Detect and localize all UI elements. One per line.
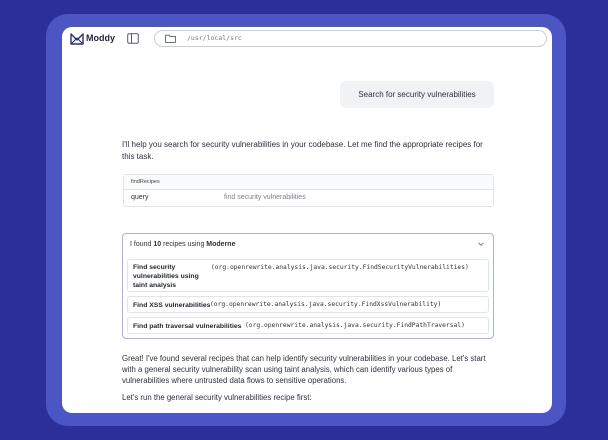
results-summary: I found 10 recipes using Moderne [130, 241, 236, 248]
assistant-reply: Great! I've found several recipes that c… [122, 353, 496, 403]
folder-icon [165, 34, 176, 43]
recipe-item[interactable]: Find path traversal vulnerabilities (org… [127, 317, 489, 334]
recipe-id: (org.openrewrite.analysis.java.security.… [211, 264, 469, 271]
tool-call-card[interactable]: findRecipes query find security vulnerab… [123, 174, 494, 207]
tool-call-name: findRecipes [124, 175, 493, 190]
sidebar-toggle-icon[interactable] [127, 33, 139, 44]
recipe-name: Find path traversal vulnerabilities [133, 323, 242, 330]
recipe-id: (org.openrewrite.analysis.java.security.… [245, 322, 465, 329]
app-name: Moddy [86, 33, 115, 43]
chevron-down-icon[interactable] [477, 240, 485, 248]
top-bar: Moddy /usr/local/src [62, 27, 552, 51]
assistant-intro: I'll help you search for security vulner… [122, 140, 483, 161]
recipe-name: Find XSS vulnerabilities [133, 302, 211, 309]
reply-paragraph: Let's run the general security vulnerabi… [122, 393, 312, 402]
recipe-item[interactable]: Find XSS vulnerabilities (org.openrewrit… [127, 296, 489, 313]
path-text: /usr/local/src [187, 34, 242, 42]
recipe-results-panel[interactable]: I found 10 recipes using Moderne Find se… [122, 233, 494, 339]
tool-param-value: find security vulnerabilities [224, 194, 306, 201]
tool-param-key: query [131, 194, 149, 201]
recipe-id: (org.openrewrite.analysis.java.security.… [210, 301, 442, 308]
moddy-logo-icon [70, 33, 84, 45]
path-bar[interactable]: /usr/local/src [154, 30, 547, 47]
reply-paragraph: Great! I've found several recipes that c… [122, 354, 486, 385]
user-message: Search for security vulnerabilities [340, 81, 494, 108]
recipe-item[interactable]: Find security vulnerabilities using tain… [127, 259, 489, 292]
recipe-name: Find security vulnerabilities using tain… [133, 264, 199, 289]
tool-param-row: query find security vulnerabilities [124, 190, 493, 207]
app-window: Moddy /usr/local/src Search for security… [62, 27, 552, 413]
